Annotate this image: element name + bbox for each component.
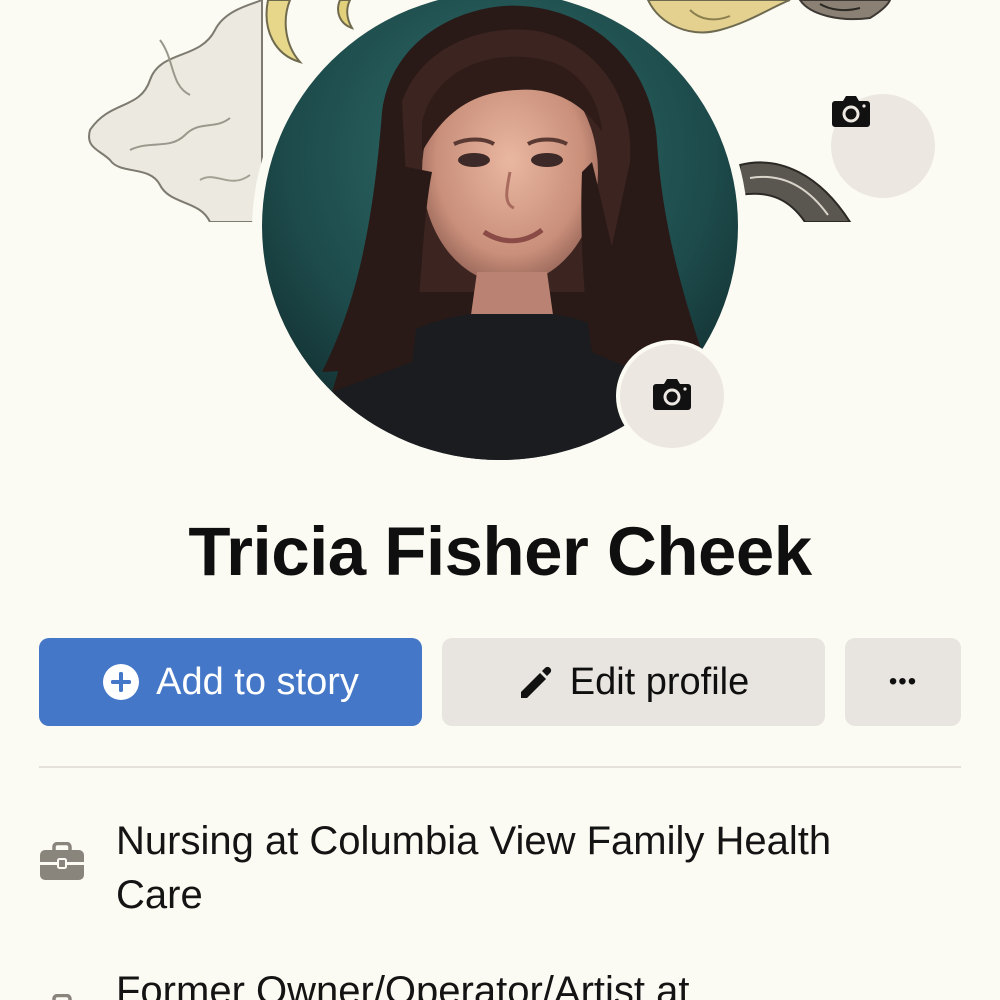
intro-item-text: Former Owner/Operator/Artist at [116, 969, 690, 1000]
section-divider [39, 766, 961, 768]
profile-name: Tricia Fisher Cheek [188, 513, 812, 590]
plus-circle-icon [102, 663, 140, 701]
edit-profile-label: Edit profile [569, 660, 750, 703]
intro-item-text: Nursing at Columbia View Family Health C… [116, 819, 832, 917]
briefcase-icon [39, 993, 85, 1000]
pencil-icon [518, 664, 554, 700]
camera-icon [652, 377, 692, 416]
briefcase-icon [39, 841, 85, 888]
cover-camera-button[interactable] [831, 94, 935, 198]
avatar-camera-button[interactable] [616, 340, 728, 452]
more-dots-icon: ••• [888, 668, 918, 695]
add-to-story-button[interactable]: Add to story [39, 638, 422, 726]
edit-profile-button[interactable]: Edit profile [442, 638, 825, 726]
profile-page: Tricia Fisher Cheek Add to story Edit pr… [0, 0, 1000, 1000]
profile-actions: Add to story Edit profile ••• [39, 638, 961, 726]
more-options-button[interactable]: ••• [845, 638, 961, 726]
add-to-story-label: Add to story [156, 660, 359, 703]
